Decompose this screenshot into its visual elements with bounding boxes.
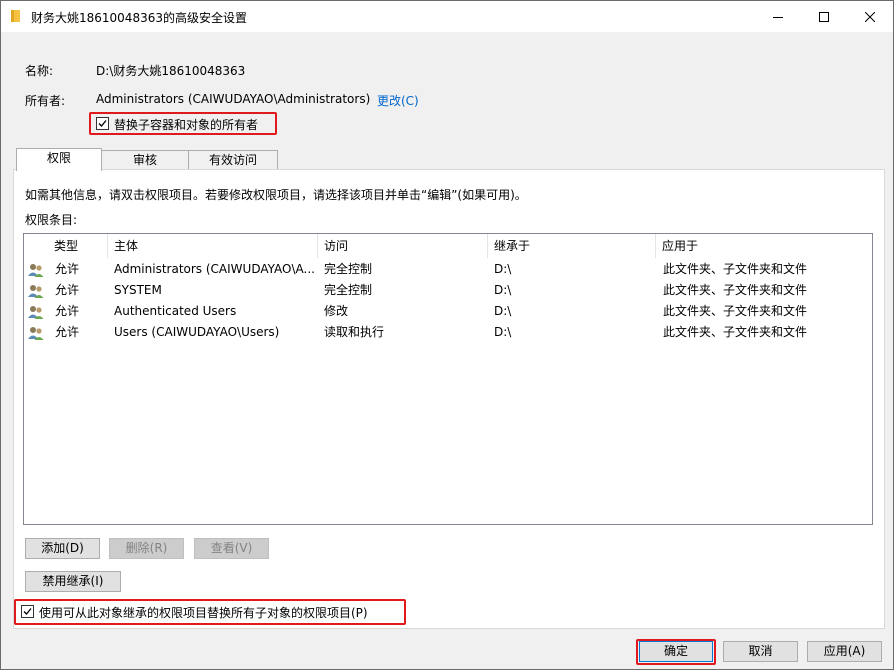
title-bar[interactable]: 财务大姚18610048363的高级安全设置 <box>1 1 893 32</box>
row-principal: Administrators (CAIWUDAYAO\A... <box>114 262 314 276</box>
name-value: D:\财务大姚18610048363 <box>96 64 246 78</box>
row-inherited-from: D:\ <box>494 283 512 297</box>
column-header-principal[interactable]: 主体 <box>108 234 318 258</box>
replace-child-permissions-checkbox[interactable] <box>21 605 34 618</box>
table-row[interactable]: 允许 SYSTEM 完全控制 D:\ 此文件夹、子文件夹和文件 <box>24 280 872 301</box>
column-header-access[interactable]: 访问 <box>318 234 488 258</box>
table-row[interactable]: 允许 Administrators (CAIWUDAYAO\A... 完全控制 … <box>24 259 872 280</box>
replace-owner-checkbox[interactable] <box>96 117 109 130</box>
disable-inheritance-button[interactable]: 禁用继承(I) <box>25 571 121 592</box>
row-applies-to: 此文件夹、子文件夹和文件 <box>663 304 808 318</box>
row-inherited-from: D:\ <box>494 325 512 339</box>
checkmark-icon <box>98 120 107 127</box>
table-row[interactable]: 允许 Users (CAIWUDAYAO\Users) 读取和执行 D:\ 此文… <box>24 322 872 343</box>
change-owner-link[interactable]: 更改(C) <box>377 92 419 109</box>
row-type: 允许 <box>55 283 80 297</box>
info-text: 如需其他信息，请双击权限项目。若要修改权限项目，请选择该项目并单击“编辑”(如果… <box>25 188 527 202</box>
maximize-icon <box>819 11 829 22</box>
name-label: 名称: <box>25 64 54 78</box>
close-button[interactable] <box>847 1 893 32</box>
list-header: 类型 主体 访问 继承于 应用于 <box>24 234 872 258</box>
apply-button[interactable]: 应用(A) <box>807 641 882 662</box>
row-applies-to: 此文件夹、子文件夹和文件 <box>663 325 808 339</box>
row-applies-to: 此文件夹、子文件夹和文件 <box>663 262 808 276</box>
row-access: 完全控制 <box>324 262 373 276</box>
users-icon <box>28 264 44 277</box>
owner-label: 所有者: <box>25 94 66 108</box>
column-header-type[interactable]: 类型 <box>48 234 108 258</box>
replace-child-permissions-label[interactable]: 使用可从此对象继承的权限项目替换所有子对象的权限项目(P) <box>39 604 368 621</box>
row-access: 修改 <box>324 304 349 318</box>
window-title: 财务大姚18610048363的高级安全设置 <box>31 11 247 25</box>
add-button[interactable]: 添加(D) <box>25 538 100 559</box>
users-icon <box>28 306 44 319</box>
minimize-icon <box>773 16 783 18</box>
row-principal: Users (CAIWUDAYAO\Users) <box>114 325 280 339</box>
users-icon <box>28 327 44 340</box>
row-type: 允许 <box>55 325 80 339</box>
minimize-button[interactable] <box>755 1 801 32</box>
row-inherited-from: D:\ <box>494 304 512 318</box>
view-button[interactable]: 查看(V) <box>194 538 269 559</box>
cancel-button[interactable]: 取消 <box>723 641 798 662</box>
column-header-applies-to[interactable]: 应用于 <box>656 234 872 258</box>
ok-button[interactable]: 确定 <box>639 641 713 662</box>
tab-strip: 权限 审核 有效访问 <box>13 148 885 171</box>
row-principal: Authenticated Users <box>114 304 237 318</box>
replace-owner-label[interactable]: 替换子容器和对象的所有者 <box>114 116 258 133</box>
column-header-inherited-from[interactable]: 继承于 <box>488 234 656 258</box>
remove-button[interactable]: 删除(R) <box>109 538 184 559</box>
tab-permissions[interactable]: 权限 <box>16 148 102 171</box>
row-access: 读取和执行 <box>324 325 385 339</box>
tab-effective-access-label: 有效访问 <box>208 153 257 167</box>
tab-auditing[interactable]: 审核 <box>101 150 189 170</box>
maximize-button[interactable] <box>801 1 847 32</box>
entries-label: 权限条目: <box>25 213 78 227</box>
row-type: 允许 <box>55 262 80 276</box>
row-inherited-from: D:\ <box>494 262 512 276</box>
row-access: 完全控制 <box>324 283 373 297</box>
folder-icon <box>11 10 20 22</box>
tab-permissions-label: 权限 <box>46 151 71 165</box>
permission-entries-list[interactable]: 类型 主体 访问 继承于 应用于 允许 Administrators (CAIW… <box>23 233 873 525</box>
row-type: 允许 <box>55 304 80 318</box>
table-row[interactable]: 允许 Authenticated Users 修改 D:\ 此文件夹、子文件夹和… <box>24 301 872 322</box>
tab-auditing-label: 审核 <box>132 153 157 167</box>
owner-value: Administrators (CAIWUDAYAO\Administrator… <box>96 92 371 106</box>
row-principal: SYSTEM <box>114 283 162 297</box>
row-applies-to: 此文件夹、子文件夹和文件 <box>663 283 808 297</box>
users-icon <box>28 285 44 298</box>
close-icon <box>865 11 875 22</box>
checkmark-icon <box>23 608 32 615</box>
advanced-security-settings-window: 财务大姚18610048363的高级安全设置 名称: D:\财务大姚186100… <box>0 0 894 670</box>
tab-effective-access[interactable]: 有效访问 <box>188 150 278 170</box>
